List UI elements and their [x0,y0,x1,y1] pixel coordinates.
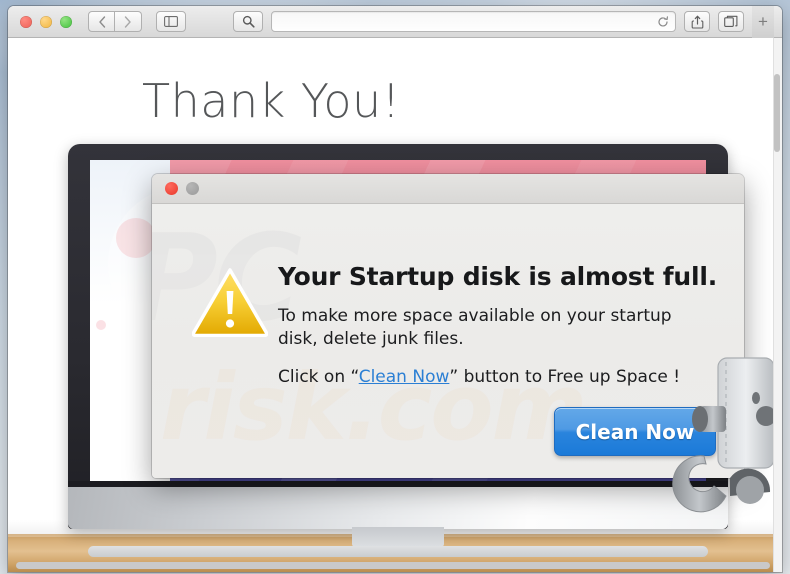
dialog-titlebar [152,174,744,204]
dialog-text-block: Your Startup disk is almost full. To mak… [278,262,722,387]
zoom-button[interactable] [60,15,72,28]
search-button[interactable] [233,11,263,32]
clean-now-button[interactable]: Clean Now [554,407,716,456]
new-tab-button[interactable]: + [752,6,774,38]
page-content: Thank You! risk.com Your Startup disk is… [8,38,782,572]
share-button[interactable] [684,11,710,32]
screenshot-root: + Thank You! risk.com Your Startup disk … [0,0,790,574]
decorative-blob [96,320,106,330]
back-button[interactable] [88,11,115,32]
cta-prefix-text: Click on “ [278,367,359,387]
sidebar-icon [164,16,178,27]
tabs-icon [724,15,738,27]
toolbar-right-group [684,11,746,32]
clean-now-link[interactable]: Clean Now [359,367,450,387]
dialog-title: Your Startup disk is almost full. [278,262,718,291]
chevron-left-icon [98,15,105,28]
share-icon [691,15,703,29]
window-controls [20,15,72,28]
minimize-button[interactable] [40,15,52,28]
vertical-scrollbar-thumb[interactable] [774,74,780,152]
dialog-cta-line: Click on “Clean Now” button to Free up S… [278,367,722,387]
fake-alert-dialog: PC risk.com [152,174,744,478]
forward-button[interactable] [115,11,142,32]
show-tabs-button[interactable] [718,11,744,32]
chevron-right-icon [124,15,131,28]
search-icon [242,15,255,28]
reload-icon [658,15,668,27]
nav-buttons [88,11,142,32]
warning-triangle-icon [191,267,269,342]
dialog-paragraph: To make more space available on your sta… [278,306,672,349]
monitor-chin-gradient [68,487,728,529]
safari-window: + Thank You! risk.com Your Startup disk … [8,6,782,572]
address-bar[interactable] [271,11,676,32]
dialog-close-button[interactable] [165,182,178,195]
browser-toolbar: + [8,6,782,38]
cta-suffix-text: ” button to Free up Space ! [449,367,681,387]
page-title: Thank You! [142,74,401,128]
vertical-scrollbar-track[interactable] [773,38,782,572]
reload-button[interactable] [657,15,669,28]
monitor-chin [68,481,728,529]
dialog-minimize-button[interactable] [186,182,199,195]
monitor-stand-base [88,546,708,557]
sidebar-toggle-button[interactable] [156,11,186,32]
decorative-blob [116,218,156,258]
close-button[interactable] [20,15,32,28]
monitor-stand-neck [352,527,444,547]
dialog-body: PC risk.com [152,204,744,478]
horizontal-scrollbar[interactable] [16,562,770,569]
